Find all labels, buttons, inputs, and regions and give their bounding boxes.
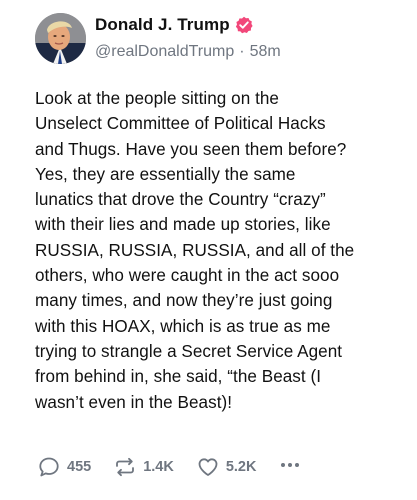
like-button[interactable]: 5.2K bbox=[196, 455, 257, 479]
more-dots-icon bbox=[278, 453, 302, 482]
display-name[interactable]: Donald J. Trump bbox=[95, 15, 230, 35]
verified-badge-icon bbox=[235, 16, 253, 34]
name-row: Donald J. Trump bbox=[95, 13, 281, 37]
repost-button[interactable]: 1.4K bbox=[113, 455, 174, 479]
reply-bubble-icon bbox=[37, 455, 61, 479]
meta-row: @realDonaldTrump · 58m bbox=[95, 41, 281, 63]
post-actions: 455 1.4K 5.2K bbox=[37, 454, 302, 480]
repost-arrows-icon bbox=[113, 455, 137, 479]
post-text: Look at the people sitting on the Unsele… bbox=[35, 89, 355, 412]
post-card: Donald J. Trump @realDonaldTrump · 58m L… bbox=[0, 0, 417, 500]
heart-icon bbox=[196, 455, 220, 479]
post-header: Donald J. Trump @realDonaldTrump · 58m bbox=[35, 10, 281, 66]
timestamp[interactable]: 58m bbox=[250, 43, 281, 61]
author-identity: Donald J. Trump @realDonaldTrump · 58m bbox=[95, 13, 281, 63]
handle[interactable]: @realDonaldTrump bbox=[95, 43, 234, 61]
reply-count: 455 bbox=[67, 459, 92, 475]
meta-separator: · bbox=[239, 43, 245, 60]
avatar[interactable] bbox=[35, 12, 86, 64]
reply-button[interactable]: 455 bbox=[37, 455, 91, 479]
repost-count: 1.4K bbox=[143, 459, 174, 475]
more-options-button[interactable] bbox=[278, 453, 302, 482]
like-count: 5.2K bbox=[225, 459, 257, 475]
